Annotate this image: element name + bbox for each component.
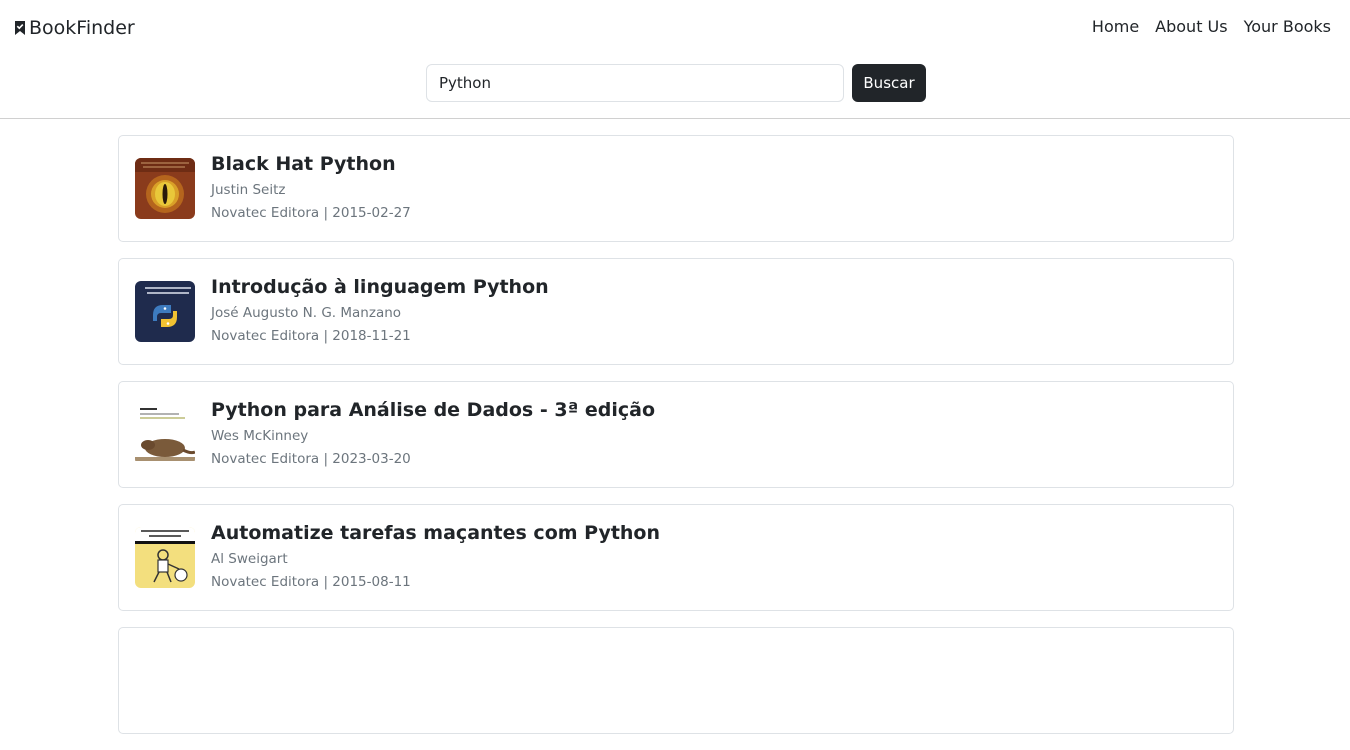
book-card[interactable]: Automatize tarefas maçantes com Python A… bbox=[118, 504, 1234, 611]
main-nav: Home About Us Your Books bbox=[1092, 16, 1331, 38]
book-author: Al Sweigart bbox=[211, 551, 288, 567]
book-title: Python para Análise de Dados - 3ª edição bbox=[211, 399, 656, 421]
python-logo-cover-icon bbox=[135, 281, 195, 342]
animal-cover-icon bbox=[135, 404, 195, 465]
site-header: BookFinder Home About Us Your Books Busc… bbox=[0, 0, 1350, 119]
nav-about-us[interactable]: About Us bbox=[1155, 16, 1227, 38]
book-title: Introdução à linguagem Python bbox=[211, 276, 549, 298]
book-publisher-date: Novatec Editora | 2015-08-11 bbox=[211, 574, 411, 590]
dragon-eye-cover-icon bbox=[135, 158, 195, 219]
book-publisher-date: Novatec Editora | 2023-03-20 bbox=[211, 451, 411, 467]
brand-link[interactable]: BookFinder bbox=[13, 15, 135, 41]
book-publisher-date: Novatec Editora | 2018-11-21 bbox=[211, 328, 411, 344]
book-card[interactable]: Python para Análise de Dados - 3ª edição… bbox=[118, 381, 1234, 488]
brand-name: BookFinder bbox=[29, 17, 135, 39]
book-author: Justin Seitz bbox=[211, 182, 286, 198]
search-button[interactable]: Buscar bbox=[852, 64, 926, 102]
book-publisher-date: Novatec Editora | 2015-02-27 bbox=[211, 205, 411, 221]
book-title: Automatize tarefas maçantes com Python bbox=[211, 522, 661, 544]
book-card[interactable] bbox=[118, 627, 1234, 734]
book-card[interactable]: Black Hat Python Justin Seitz Novatec Ed… bbox=[118, 135, 1234, 242]
bookmark-icon bbox=[13, 20, 27, 36]
book-title: Black Hat Python bbox=[211, 153, 396, 175]
results-list: Black Hat Python Justin Seitz Novatec Ed… bbox=[118, 135, 1234, 750]
book-author: José Augusto N. G. Manzano bbox=[211, 305, 402, 321]
search-input[interactable] bbox=[426, 64, 844, 102]
nav-home[interactable]: Home bbox=[1092, 16, 1139, 38]
nav-your-books[interactable]: Your Books bbox=[1244, 16, 1331, 38]
robot-cover-icon bbox=[135, 527, 195, 588]
book-author: Wes McKinney bbox=[211, 428, 309, 444]
book-card[interactable]: Introdução à linguagem Python José Augus… bbox=[118, 258, 1234, 365]
